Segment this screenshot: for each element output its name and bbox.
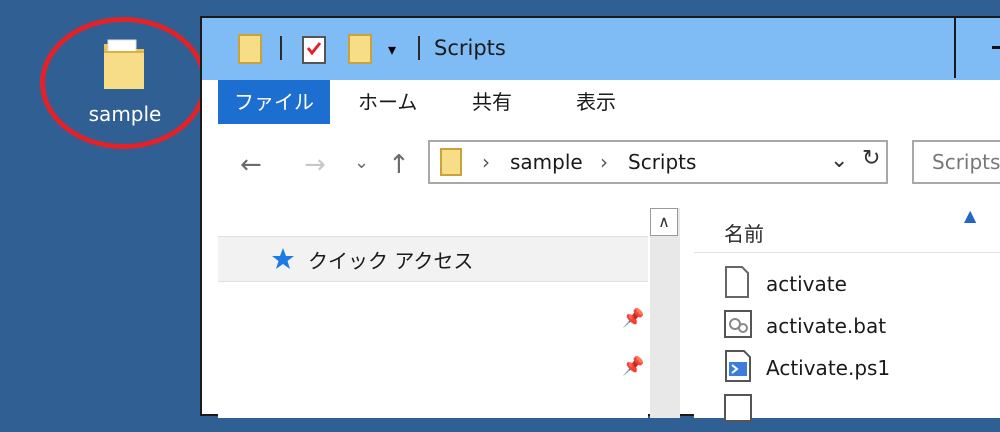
- explorer-window: ▾ Scripts ファイル ホーム 共有 表示 ← → ⌄ ↑ › sampl…: [200, 16, 1000, 422]
- pin-icon[interactable]: 📌: [622, 308, 644, 329]
- navigation-pane: クイック アクセス 📌 📌 ∧: [218, 208, 680, 418]
- tab-view[interactable]: 表示: [576, 80, 616, 124]
- separator: [280, 36, 282, 60]
- title-bar: ▾ Scripts: [202, 18, 1000, 80]
- tab-home[interactable]: ホーム: [358, 80, 417, 124]
- separator: [418, 36, 420, 60]
- sort-ascending-icon: ▲: [964, 206, 977, 225]
- minimize-button[interactable]: [954, 18, 1000, 78]
- powershell-file-icon: [724, 350, 752, 386]
- search-box[interactable]: Scripts: [912, 140, 1000, 184]
- breadcrumb-scripts[interactable]: Scripts: [628, 150, 696, 174]
- star-icon: [270, 246, 296, 276]
- breadcrumb-chevron-icon[interactable]: ›: [600, 150, 608, 174]
- properties-icon[interactable]: [302, 34, 326, 68]
- column-name-label: 名前: [724, 222, 764, 246]
- blank-file-icon: [724, 266, 750, 302]
- pin-icon[interactable]: 📌: [622, 356, 644, 377]
- window-title: Scripts: [434, 36, 506, 60]
- address-dropdown-icon[interactable]: ⌄: [830, 148, 848, 173]
- scroll-up-icon[interactable]: ∧: [650, 208, 678, 236]
- breadcrumb-chevron-icon[interactable]: ›: [482, 150, 490, 174]
- quick-access-label: クイック アクセス: [308, 249, 474, 273]
- recent-locations-icon[interactable]: ⌄: [354, 152, 369, 173]
- navigation-bar: ← → ⌄ ↑ › sample › Scripts ⌄ ↻ Scripts: [218, 124, 1000, 208]
- tab-share[interactable]: 共有: [472, 80, 512, 124]
- quick-access-item[interactable]: クイック アクセス: [218, 236, 648, 282]
- file-list: 名前 ▲ activate activate.bat Activate.ps1: [694, 206, 1000, 422]
- forward-arrow-icon[interactable]: →: [304, 150, 326, 180]
- file-name: Activate.ps1: [766, 356, 891, 380]
- tab-file[interactable]: ファイル: [218, 80, 330, 124]
- navpane-scrollbar[interactable]: ∧: [650, 208, 680, 418]
- address-bar[interactable]: › sample › Scripts ⌄ ↻: [428, 140, 888, 184]
- folder-icon: [238, 34, 262, 68]
- folder-icon: [440, 148, 462, 180]
- minimize-icon: [992, 46, 1000, 49]
- ribbon-tabs: ファイル ホーム 共有 表示: [218, 80, 1000, 125]
- up-arrow-icon[interactable]: ↑: [388, 150, 410, 180]
- refresh-icon[interactable]: ↻: [862, 146, 880, 171]
- highlight-circle: [40, 17, 207, 149]
- new-folder-icon[interactable]: [348, 34, 372, 68]
- customize-dropdown-icon[interactable]: ▾: [388, 40, 396, 59]
- back-arrow-icon[interactable]: ←: [240, 150, 262, 180]
- file-icon: [724, 392, 752, 428]
- file-name: activate.bat: [766, 314, 887, 338]
- column-header-name[interactable]: 名前 ▲: [694, 206, 1000, 253]
- search-placeholder: Scripts: [932, 150, 1000, 174]
- batch-file-icon: [724, 308, 752, 344]
- file-name: activate: [766, 272, 847, 296]
- breadcrumb-sample[interactable]: sample: [510, 150, 583, 174]
